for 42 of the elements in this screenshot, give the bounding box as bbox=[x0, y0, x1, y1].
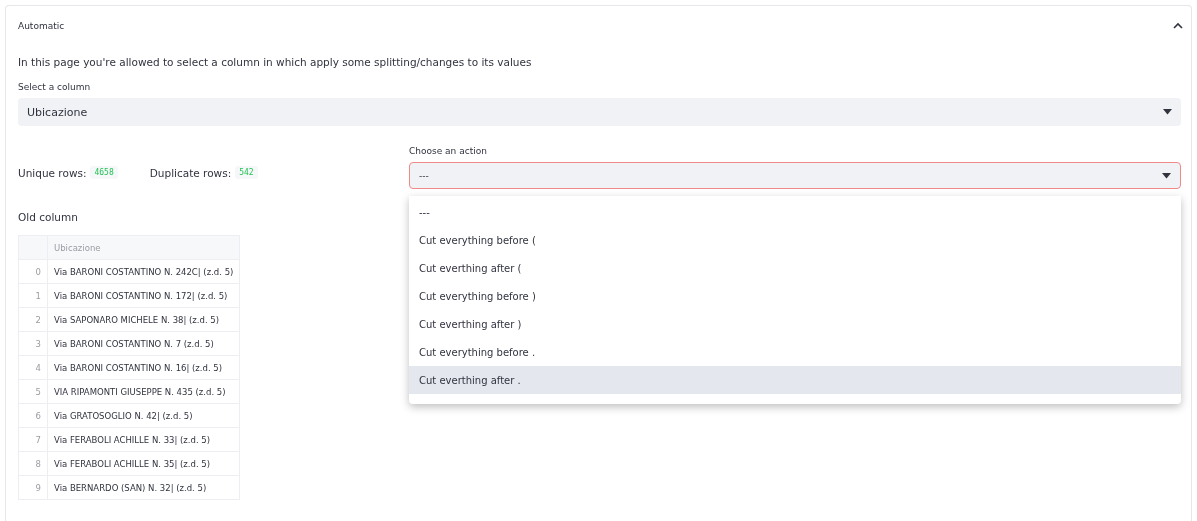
row-index: 6 bbox=[18, 403, 48, 428]
table-cell: Via GRATOSOGLIO N. 42| (z.d. 5) bbox=[47, 403, 240, 428]
stat-value: 542 bbox=[235, 166, 258, 179]
row-index: 0 bbox=[18, 259, 48, 284]
intro-text: In this page you're allowed to select a column in which apply some splitting/changes to its values bbox=[18, 56, 533, 68]
section-title: Old column bbox=[18, 211, 79, 223]
dropdown-option[interactable]: Cut everthing after ( bbox=[409, 254, 1181, 282]
table-cell: Via BARONI COSTANTINO N. 7 (z.d. 5) bbox=[47, 331, 240, 356]
row-index: 7 bbox=[18, 427, 48, 452]
table-cell: Via BERNARDO (SAN) N. 32| (z.d. 5) bbox=[47, 475, 240, 500]
caret-icon bbox=[1163, 109, 1172, 115]
expander-title[interactable]: Automatic bbox=[18, 21, 65, 31]
table-cell: Via BARONI COSTANTINO N. 242C| (z.d. 5) bbox=[47, 259, 240, 284]
row-index: 2 bbox=[18, 307, 48, 332]
chevron-icon[interactable] bbox=[1173, 22, 1183, 30]
dropdown-option[interactable]: --- bbox=[409, 198, 1181, 226]
dropdown-option[interactable]: Cut everything before ( bbox=[409, 226, 1181, 254]
table-cell: VIA RIPAMONTI GIUSEPPE N. 435 (z.d. 5) bbox=[47, 379, 240, 404]
table-cell: Via BARONI COSTANTINO N. 172| (z.d. 5) bbox=[47, 283, 240, 308]
dropdown-option[interactable]: Cut everthing after . bbox=[409, 366, 1181, 394]
stat-label: Unique rows: bbox=[18, 166, 87, 179]
stat-label: Duplicate rows: bbox=[149, 166, 232, 179]
column-select[interactable]: Ubicazione bbox=[18, 98, 1181, 126]
row-index: 5 bbox=[18, 379, 48, 404]
row-index: 9 bbox=[18, 475, 48, 500]
caret-icon bbox=[1162, 172, 1171, 179]
table-cell: Via BARONI COSTANTINO N. 16| (z.d. 5) bbox=[47, 355, 240, 380]
dropdown-option[interactable]: Cut everthing after ) bbox=[409, 310, 1181, 338]
stat-value: 4658 bbox=[90, 166, 118, 179]
row-index: 8 bbox=[18, 451, 48, 476]
column-header: Ubicazione bbox=[47, 235, 240, 260]
table-cell: Via FERABOLI ACHILLE N. 33| (z.d. 5) bbox=[47, 427, 240, 452]
table-cell: Via SAPONARO MICHELE N. 38| (z.d. 5) bbox=[47, 307, 240, 332]
row-index: 1 bbox=[18, 283, 48, 308]
action-select[interactable]: --- bbox=[409, 162, 1181, 189]
row-index: 4 bbox=[18, 355, 48, 380]
row-index: 3 bbox=[18, 331, 48, 356]
dropdown-option[interactable]: Cut everything before ) bbox=[409, 282, 1181, 310]
field-label: Choose an action bbox=[409, 146, 488, 156]
field-label: Select a column bbox=[18, 82, 92, 92]
table-cell: Via FERABOLI ACHILLE N. 35| (z.d. 5) bbox=[47, 451, 240, 476]
dropdown-option[interactable]: Cut everything before . bbox=[409, 338, 1181, 366]
